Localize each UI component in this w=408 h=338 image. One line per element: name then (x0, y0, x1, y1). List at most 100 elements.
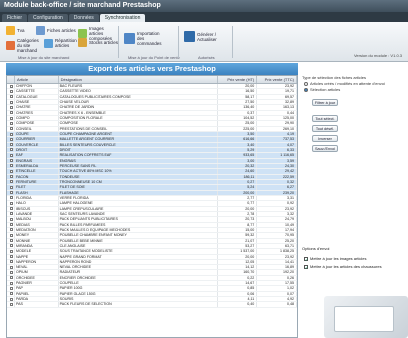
row-checkbox[interactable] (7, 169, 15, 174)
checkbox-icon (10, 185, 13, 189)
row-article: FACON (15, 174, 59, 179)
app-window: Module back-office / site marchand Prest… (0, 0, 408, 338)
row-designation: RADIATEUR (59, 270, 218, 275)
row-checkbox[interactable] (7, 137, 15, 142)
row-price-ht: 0,27 (218, 179, 258, 185)
row-checkbox[interactable] (7, 201, 15, 206)
row-checkbox[interactable] (7, 94, 15, 99)
row-designation: MALLETTE ARGENT COURRIER (59, 137, 218, 142)
row-designation: PRESTATIONS DE CONSEIL (59, 126, 218, 131)
row-checkbox[interactable] (7, 99, 15, 105)
col-designation[interactable]: Désignation (59, 76, 218, 83)
row-checkbox[interactable] (7, 185, 15, 190)
option-selection[interactable]: Sélection articles (304, 87, 340, 92)
row-price-ht: 225,00 (218, 126, 258, 131)
checkbox-icon (10, 217, 13, 221)
articles-button[interactable]: Fiches articles (36, 26, 76, 35)
row-checkbox[interactable] (7, 291, 15, 297)
row-checkbox[interactable] (7, 297, 15, 302)
row-checkbox[interactable] (7, 163, 15, 169)
row-checkbox[interactable] (7, 302, 15, 307)
row-checkbox[interactable] (7, 195, 15, 201)
ribbon-separator (118, 26, 119, 58)
table-row[interactable]: PAS PACK FLEURS DE SELECTION 0,40 0,48 (7, 302, 297, 308)
row-checkbox[interactable] (7, 281, 15, 286)
select-all-button[interactable]: Tout sélect. (312, 115, 338, 122)
option-pending[interactable]: Articles créés / modifiés en attente d'e… (304, 81, 385, 86)
row-checkbox[interactable] (7, 233, 15, 238)
check-update-shoes[interactable]: ✓ Mettre à jour les articles des chaussu… (304, 264, 382, 269)
row-checkbox[interactable] (7, 259, 15, 265)
row-price-ttc: 1,02 (257, 286, 297, 291)
row-checkbox[interactable] (7, 227, 15, 233)
row-checkbox[interactable] (7, 105, 15, 110)
ribbon: Tva Fiches articles Images articles comp… (0, 22, 408, 62)
categories-button[interactable]: Catégories du site marchand (6, 38, 39, 53)
row-price-ttc: 10,49 (257, 222, 297, 227)
row-checkbox[interactable] (7, 110, 15, 115)
row-checkbox[interactable] (7, 254, 15, 259)
repartition-button[interactable]: Répartition articles (44, 38, 77, 48)
col-price-ttc[interactable]: Prix vente (TTC) (257, 76, 297, 83)
tva-button[interactable]: Tva (6, 26, 25, 35)
row-checkbox[interactable] (7, 121, 15, 126)
repartition-icon (44, 38, 53, 48)
row-price-ttc: 14,41 (257, 259, 297, 265)
send-button[interactable]: Sauv./Envoi (312, 145, 338, 152)
row-checkbox[interactable] (7, 126, 15, 131)
checkbox-icon (10, 100, 13, 104)
col-article[interactable]: Article (15, 76, 59, 83)
row-checkbox[interactable] (7, 147, 15, 153)
row-price-ttc: 0,92 (257, 201, 297, 206)
row-checkbox[interactable] (7, 158, 15, 163)
row-article: CHATRE (15, 105, 59, 110)
row-checkbox[interactable] (7, 115, 15, 121)
row-checkbox[interactable] (7, 217, 15, 222)
row-checkbox[interactable] (7, 142, 15, 147)
row-checkbox[interactable] (7, 206, 15, 211)
row-price-ttc: 3,32 (257, 211, 297, 217)
row-price-ttc: 23,92 (257, 206, 297, 211)
row-checkbox[interactable] (7, 222, 15, 227)
row-price-ttc: 4,07 (257, 142, 297, 147)
check-update-images[interactable]: ✓ Mettre à jour les images articles (304, 256, 366, 261)
row-checkbox[interactable] (7, 190, 15, 195)
tab-configuration[interactable]: Configuration (28, 14, 68, 22)
tab-synchronisation[interactable]: Synchronisation (99, 14, 146, 22)
tab-donnees[interactable]: Données (68, 14, 99, 22)
row-checkbox[interactable] (7, 243, 15, 249)
filter-button[interactable]: Filtrer à jour (312, 99, 338, 106)
row-checkbox[interactable] (7, 265, 15, 270)
checkbox-icon (10, 265, 13, 269)
row-checkbox[interactable] (7, 131, 15, 137)
stocks-button[interactable]: Stocks articles (78, 38, 118, 47)
row-checkbox[interactable] (7, 211, 15, 217)
row-price-ht: 4,11 (218, 297, 258, 302)
row-checkbox[interactable] (7, 179, 15, 185)
row-checkbox[interactable] (7, 89, 15, 94)
row-article: HALO (15, 201, 59, 206)
row-checkbox[interactable] (7, 249, 15, 254)
row-price-ht: 200,00 (218, 190, 258, 195)
row-designation: PACK DEPLIANTS PUBLICITAIRES (59, 217, 218, 222)
row-price-ttc: 1 838,25 (257, 249, 297, 254)
unselect-all-button[interactable]: Tout désél. (312, 125, 338, 132)
row-checkbox[interactable] (7, 153, 15, 158)
generate-button[interactable]: Générer / Actualiser (184, 31, 226, 42)
row-checkbox[interactable] (7, 286, 15, 291)
row-checkbox[interactable] (7, 275, 15, 281)
row-designation: SOURIS (59, 297, 218, 302)
send-options: Options d'envoi ✓ Mettre à jour les imag… (300, 246, 402, 296)
row-checkbox[interactable] (7, 270, 15, 275)
row-designation: COUPE CHAMPAGNE ARGENT (59, 131, 218, 137)
col-price-ht[interactable]: Prix vente (HT) (218, 76, 258, 83)
col-select[interactable] (7, 76, 15, 83)
row-checkbox[interactable] (7, 174, 15, 179)
row-checkbox[interactable] (7, 84, 15, 89)
tab-fichier[interactable]: Fichier (2, 14, 28, 22)
row-price-ht: 0,85 (218, 286, 258, 291)
import-button[interactable]: Importation des commandes (124, 31, 164, 46)
row-checkbox[interactable] (7, 238, 15, 243)
invert-button[interactable]: Inverser (312, 135, 338, 142)
import-icon (124, 33, 135, 44)
